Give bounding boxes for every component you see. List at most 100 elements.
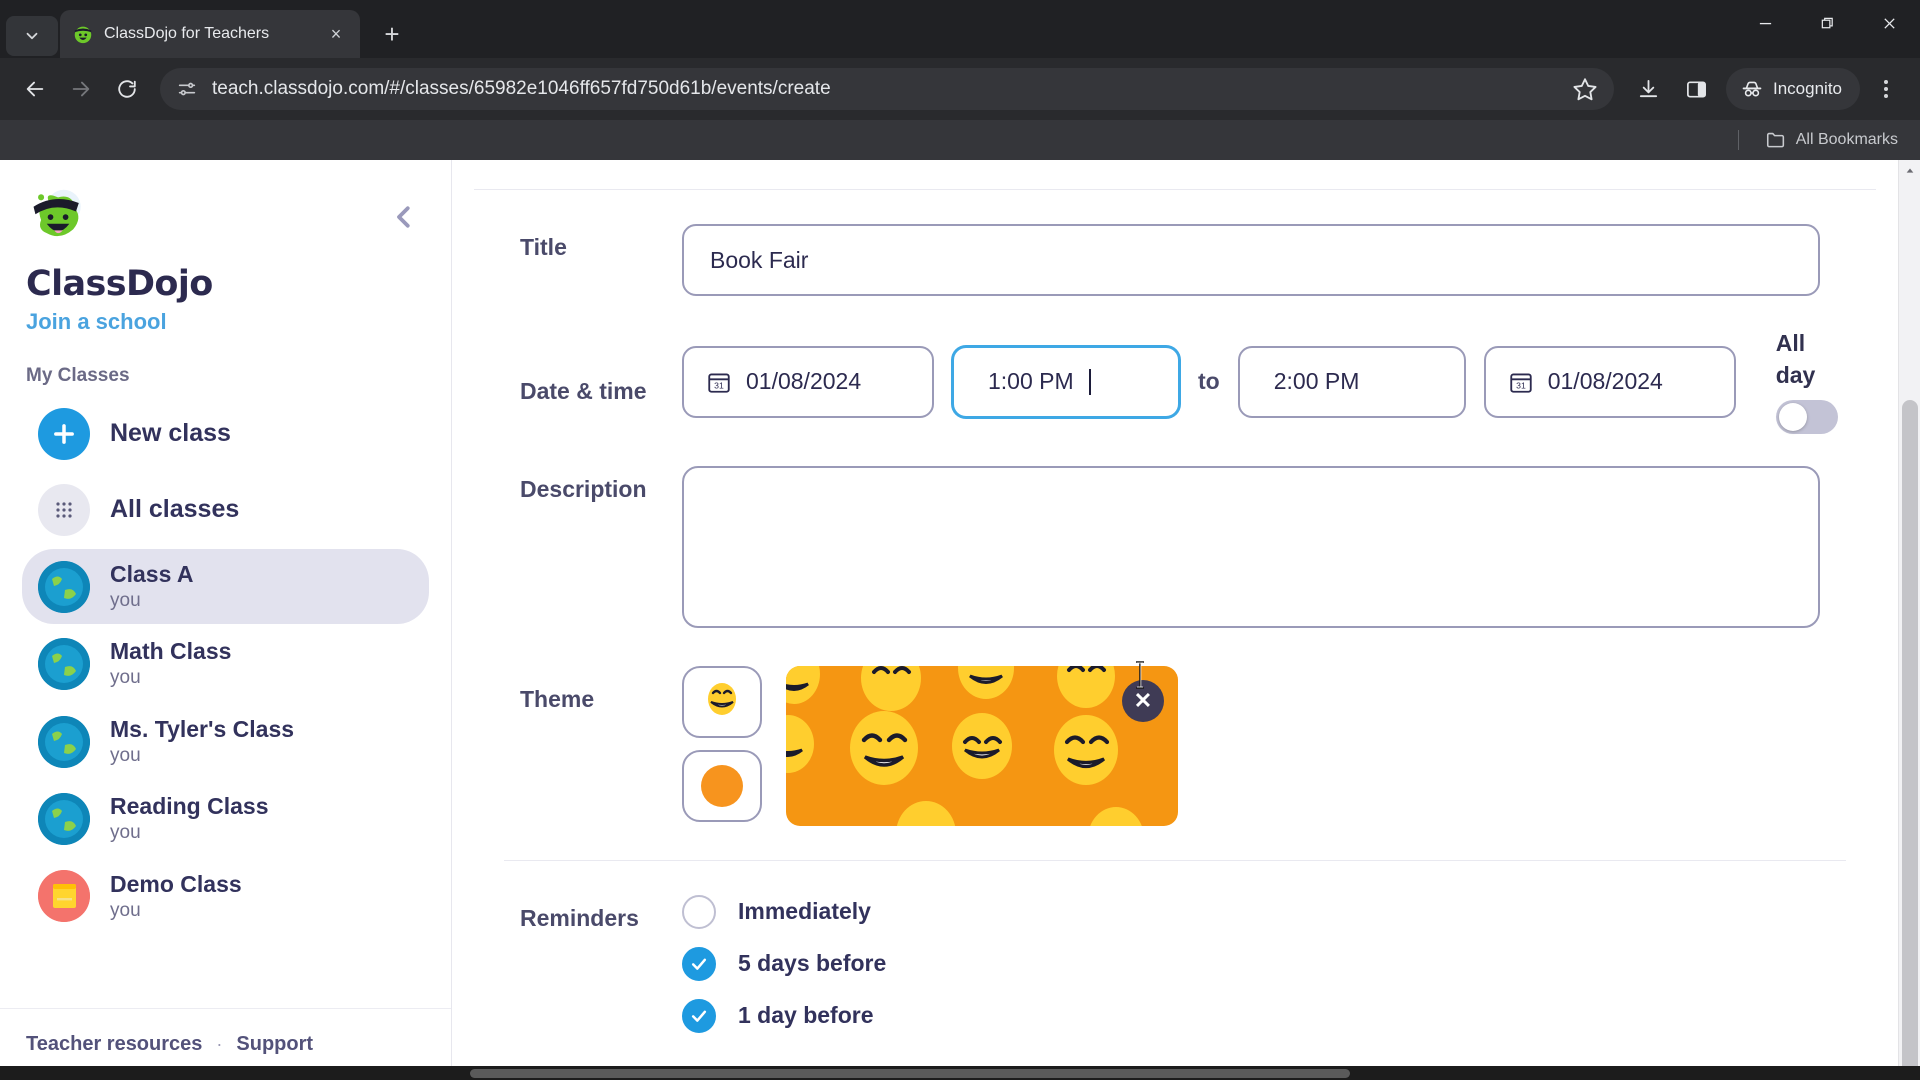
theme-emoji-button[interactable]: [682, 665, 762, 738]
window-controls: [1734, 0, 1920, 46]
radio-checked-icon[interactable]: [682, 998, 716, 1033]
description-label: Description: [520, 475, 647, 502]
close-window-button[interactable]: [1858, 0, 1920, 46]
grid-icon: [38, 484, 90, 536]
kebab-dot: [1884, 87, 1888, 91]
reminder-option-5-days-before[interactable]: 5 days before: [682, 946, 886, 981]
chrome-menu-button[interactable]: [1866, 67, 1906, 111]
to-label: to: [1198, 368, 1220, 395]
reminders-options: Immediately 5 days before 1 day before: [682, 894, 886, 1033]
all-bookmarks-button[interactable]: All Bookmarks: [1757, 124, 1906, 156]
reminder-label: 1 day before: [738, 1002, 874, 1029]
svg-text:31: 31: [1516, 380, 1526, 390]
start-date-input[interactable]: 31 01/08/2024: [682, 345, 934, 418]
reminder-option-immediately[interactable]: Immediately: [682, 894, 886, 929]
datetime-row: Date & time 31 01/08/2024 1:00 PM to 2:0…: [482, 330, 1868, 434]
radio-unchecked-icon[interactable]: [682, 894, 716, 929]
reminders-label: Reminders: [520, 904, 639, 931]
scroll-up-arrow-icon[interactable]: [1899, 160, 1920, 182]
kebab-dot: [1884, 94, 1888, 98]
reminder-label: Immediately: [738, 898, 871, 925]
globe-avatar: [38, 638, 90, 691]
end-time-value: 2:00 PM: [1273, 368, 1360, 395]
sidebar-item-label: All classes: [110, 495, 240, 524]
app-sidebar: ClassDojo Join a school My Classes New c…: [0, 160, 452, 1080]
browser-tab[interactable]: ClassDojo for Teachers ×: [60, 10, 360, 58]
start-time-value: 1:00 PM: [988, 368, 1074, 395]
sidebar-item-math-class[interactable]: Math Class you: [22, 626, 429, 701]
horizontal-scrollbar[interactable]: [0, 1066, 1920, 1080]
form-sections: Title Book Fair Date & time 31 01/08/202…: [452, 224, 1898, 1033]
sidebar-item-label: New class: [110, 419, 231, 448]
bookmarks-bar: All Bookmarks: [0, 120, 1920, 160]
class-name: Class A: [110, 561, 194, 587]
bookmarks-divider: [1737, 130, 1739, 150]
radio-checked-icon[interactable]: [682, 946, 716, 981]
plus-icon: [38, 408, 90, 460]
reminder-option-1-day-before[interactable]: 1 day before: [682, 998, 886, 1033]
description-textarea[interactable]: [682, 465, 1820, 628]
browser-window: ClassDojo for Teachers × + teach.classdo…: [0, 0, 1920, 1080]
downloads-button[interactable]: [1626, 67, 1670, 111]
theme-option-buttons: [682, 665, 762, 822]
class-role: you: [110, 822, 141, 844]
description-row: Description: [482, 465, 1868, 628]
sidebar-item-demo-class[interactable]: Demo Class you: [22, 859, 429, 934]
sidebar-item-text: Math Class you: [110, 637, 231, 690]
join-a-school-link[interactable]: Join a school: [26, 309, 425, 335]
sidebar-item-class-a[interactable]: Class A you: [22, 549, 429, 625]
back-button[interactable]: [14, 68, 56, 110]
close-icon[interactable]: ×: [324, 22, 348, 46]
sidebar-item-new-class[interactable]: New class: [22, 397, 429, 471]
teacher-resources-link[interactable]: Teacher resources: [26, 1033, 202, 1056]
theme-color-button[interactable]: [682, 749, 762, 822]
end-date-input[interactable]: 31 01/08/2024: [1483, 345, 1736, 418]
event-create-form: Title Book Fair Date & time 31 01/08/202…: [452, 160, 1920, 1080]
maximize-button[interactable]: [1796, 0, 1858, 46]
vertical-scrollbar[interactable]: [1898, 160, 1920, 1080]
sidebar-class-list: New class All classes Class A you Math C…: [0, 387, 451, 1008]
theme-preview: ✕: [786, 665, 1178, 826]
incognito-indicator[interactable]: Incognito: [1726, 68, 1860, 110]
title-label: Title: [520, 234, 567, 260]
sidebar-collapse-button[interactable]: [387, 200, 421, 234]
side-panel-button[interactable]: [1674, 67, 1718, 111]
horizontal-scroll-thumb[interactable]: [470, 1069, 1350, 1078]
remove-theme-button[interactable]: ✕: [1122, 679, 1164, 722]
close-icon: ✕: [1133, 687, 1153, 713]
start-time-input[interactable]: 1:00 PM: [952, 345, 1180, 418]
sidebar-header: ClassDojo Join a school My Classes: [0, 160, 451, 387]
vertical-scroll-thumb[interactable]: [1902, 400, 1918, 1080]
title-input[interactable]: Book Fair: [682, 224, 1820, 296]
class-role: you: [110, 589, 141, 611]
reload-button[interactable]: [106, 68, 148, 110]
tab-strip: ClassDojo for Teachers × +: [0, 0, 1920, 58]
address-bar[interactable]: teach.classdojo.com/#/classes/65982e1046…: [160, 68, 1614, 110]
class-role: you: [110, 899, 141, 921]
forward-button[interactable]: [60, 68, 102, 110]
all-day-toggle[interactable]: [1775, 399, 1838, 434]
site-settings-icon[interactable]: [176, 78, 198, 100]
end-time-input[interactable]: 2:00 PM: [1237, 345, 1466, 418]
end-date-value: 01/08/2024: [1547, 368, 1663, 395]
minimize-button[interactable]: [1734, 0, 1796, 46]
sidebar-item-all-classes[interactable]: All classes: [22, 473, 429, 547]
calendar-icon: 31: [1508, 369, 1534, 395]
text-caret: [1088, 368, 1091, 395]
title-input-value: Book Fair: [710, 246, 809, 273]
toggle-knob: [1778, 402, 1807, 431]
globe-avatar: [38, 560, 90, 613]
new-tab-button[interactable]: +: [372, 14, 412, 54]
class-name: Math Class: [110, 638, 232, 665]
sidebar-item-text: Reading Class you: [110, 792, 269, 845]
bookmark-star-icon[interactable]: [1572, 76, 1598, 102]
theme-bottom-divider: [504, 859, 1846, 861]
sidebar-item-reading-class[interactable]: Reading Class you: [22, 781, 429, 856]
support-link[interactable]: Support: [236, 1033, 313, 1056]
datetime-label: Date & time: [520, 378, 647, 405]
sidebar-item-ms-tylers-class[interactable]: Ms. Tyler's Class you: [22, 704, 429, 779]
tab-search-icon[interactable]: [6, 16, 58, 56]
sidebar-item-text: Class A you: [110, 560, 194, 613]
all-bookmarks-label: All Bookmarks: [1795, 131, 1898, 148]
address-bar-url: teach.classdojo.com/#/classes/65982e1046…: [212, 78, 831, 99]
